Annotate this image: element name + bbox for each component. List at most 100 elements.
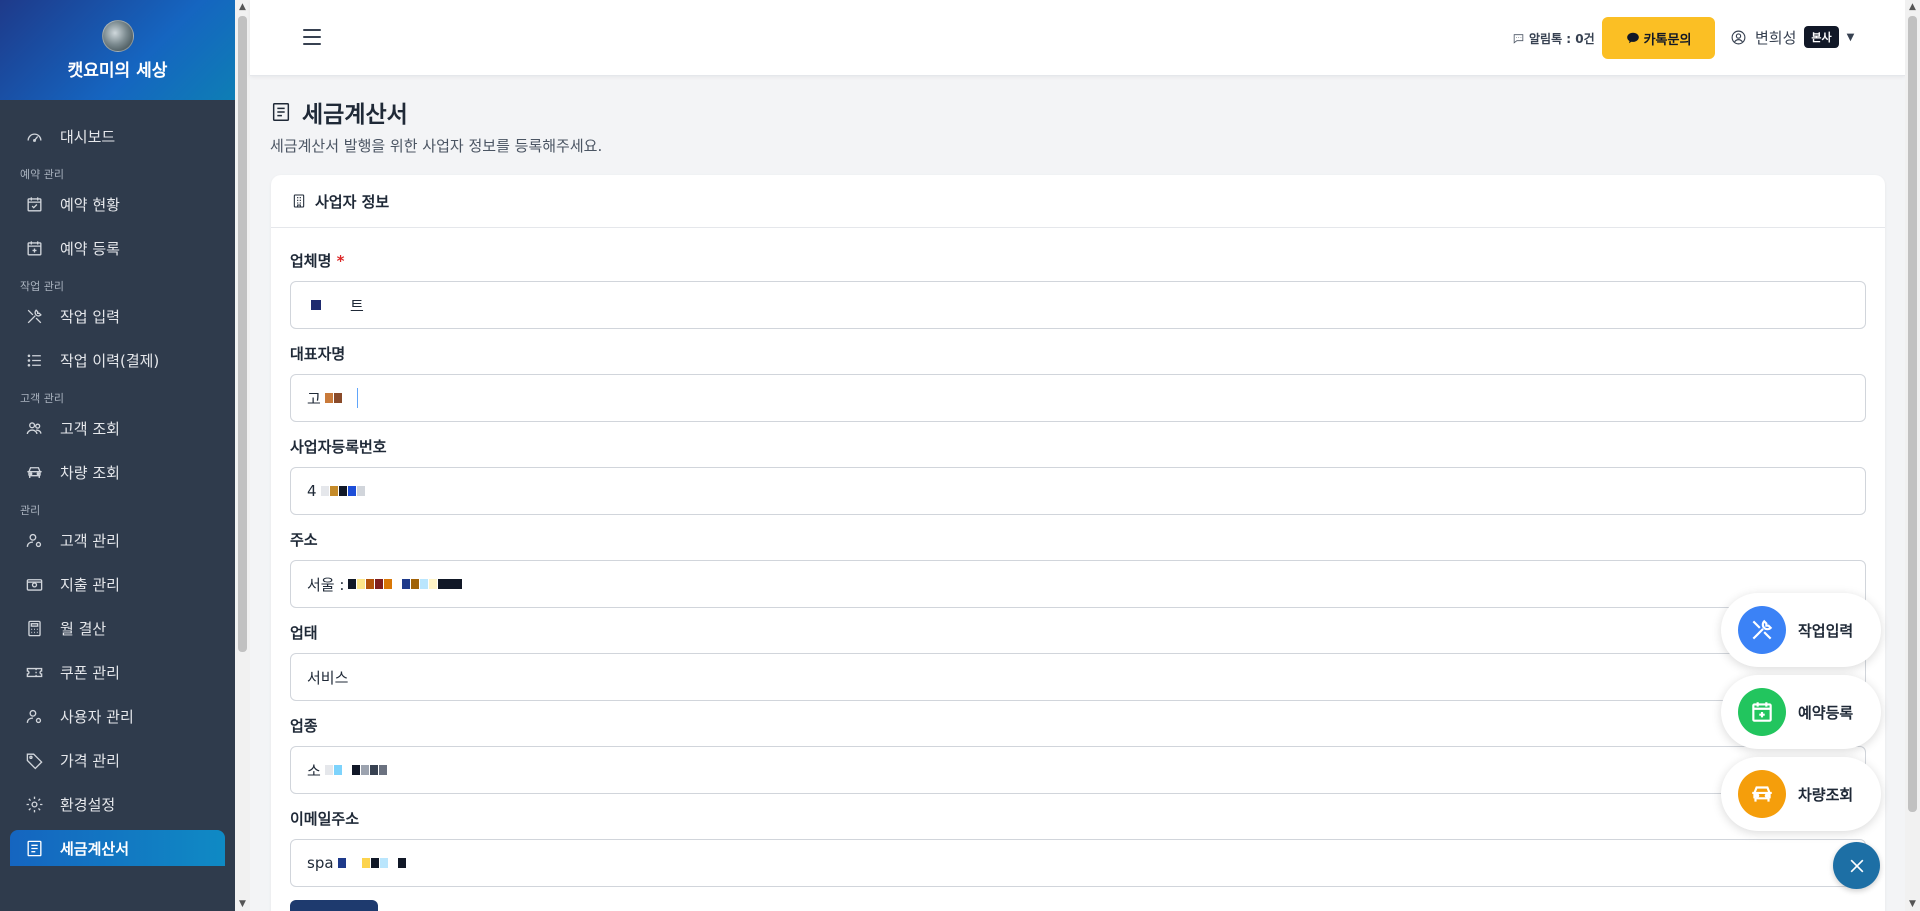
sidebar-item-coupon[interactable]: 쿠폰 관리 [0, 650, 235, 694]
sidebar-item-work-history[interactable]: 작업 이력(결제) [0, 338, 235, 382]
sidebar-item-label: 고객 관리 [60, 531, 120, 550]
branch-badge: 본사 [1804, 26, 1839, 48]
scroll-down-arrow-icon[interactable]: ▼ [235, 897, 250, 911]
sidebar-scrollbar[interactable]: ▲ ▼ [235, 0, 250, 911]
user-name: 변희성 [1755, 28, 1797, 47]
sidebar-item-dashboard[interactable]: 대시보드 [0, 114, 235, 158]
speedometer-icon [24, 126, 44, 146]
sidebar-item-label: 세금계산서 [60, 839, 130, 858]
save-button[interactable] [290, 900, 378, 911]
page-title: 세금계산서 [270, 95, 602, 129]
page-subtitle: 세금계산서 발행을 위한 사업자 정보를 등록해주세요. [270, 137, 603, 155]
chat-bubble-icon [1513, 34, 1524, 44]
cash-icon [24, 574, 44, 594]
text-cursor [356, 388, 358, 408]
sidebar-item-customer-manage[interactable]: 고객 관리 [0, 518, 235, 562]
user-menu[interactable]: 변희성 본사 ▼ [1730, 26, 1854, 48]
redacted-text [324, 393, 343, 403]
page-heading: 세금계산서 세금계산서 발행을 위한 사업자 정보를 등록해주세요. [270, 95, 602, 156]
sidebar-item-settings[interactable]: 환경설정 [0, 782, 235, 826]
card-header: 사업자 정보 [271, 175, 1885, 228]
sidebar-item-monthly-settlement[interactable]: 월 결산 [0, 606, 235, 650]
user-gear-icon [24, 530, 44, 550]
ceo-label: 대표자명 [290, 345, 346, 363]
user-settings-icon [24, 706, 44, 726]
kakao-inquiry-button[interactable]: 카톡문의 [1602, 17, 1715, 59]
top-header: 알림톡 : 0건 카톡문의 변희성 본사 ▼ [250, 0, 1905, 76]
building-icon [293, 194, 305, 208]
calendar-plus-icon [1738, 688, 1786, 736]
bizno-input[interactable]: 4 [290, 467, 1866, 515]
calculator-icon [24, 618, 44, 638]
biz-type-label: 업태 [290, 624, 318, 642]
email-input[interactable]: spa [290, 839, 1866, 887]
fab-close-button[interactable] [1833, 842, 1880, 889]
sidebar-item-label: 쿠폰 관리 [60, 663, 120, 682]
scroll-up-arrow-icon[interactable]: ▲ [1905, 0, 1920, 14]
bizno-field: 사업자등록번호 4 [290, 436, 1866, 515]
redacted-text [337, 858, 407, 868]
sidebar-item-reservation-register[interactable]: 예약 등록 [0, 226, 235, 270]
sidebar-item-expense[interactable]: 지출 관리 [0, 562, 235, 606]
brand-title: 캣요미의 세상 [67, 60, 168, 81]
sidebar-item-customer-search[interactable]: 고객 조회 [0, 406, 235, 450]
tools-icon [24, 306, 44, 326]
sidebar-item-label: 환경설정 [60, 795, 116, 814]
ceo-input[interactable]: 고 [290, 374, 1866, 422]
required-mark: * [336, 252, 345, 270]
scroll-down-arrow-icon[interactable]: ▼ [1905, 897, 1920, 911]
sidebar: 캣요미의 세상 대시보드 예약 관리 예약 현황 예약 등록 작업 관리 작업 … [0, 0, 235, 911]
biz-type-input[interactable]: 서비스 [290, 653, 1866, 701]
kakao-button-label: 카톡문의 [1643, 32, 1692, 48]
company-label: 업체명 * [290, 252, 345, 270]
fab-label: 예약등록 [1798, 703, 1854, 722]
redacted-text [311, 300, 322, 310]
user-circle-icon [1730, 29, 1747, 46]
sidebar-item-work-input[interactable]: 작업 입력 [0, 294, 235, 338]
close-icon [1850, 859, 1863, 872]
card-title: 사업자 정보 [315, 192, 390, 211]
company-input[interactable]: 트 [290, 281, 1866, 329]
brand-header[interactable]: 캣요미의 세상 [0, 0, 235, 100]
biz-item-input[interactable]: 소 [290, 746, 1866, 794]
ceo-field: 대표자명 고 [290, 343, 1866, 422]
sidebar-item-label: 작업 입력 [60, 307, 120, 326]
sidebar-item-price-manage[interactable]: 가격 관리 [0, 738, 235, 782]
receipt-icon [24, 838, 44, 858]
bizno-label: 사업자등록번호 [290, 438, 387, 456]
ticket-icon [24, 662, 44, 682]
sidebar-item-tax-invoice[interactable]: 세금계산서 [10, 830, 225, 866]
sidebar-item-label: 사용자 관리 [60, 707, 134, 726]
page-scrollbar-thumb[interactable] [1908, 16, 1917, 812]
tag-icon [24, 750, 44, 770]
fab-label: 작업입력 [1798, 621, 1854, 640]
address-input[interactable]: 서울 : [290, 560, 1866, 608]
fab-work-input[interactable]: 작업입력 [1721, 593, 1881, 667]
sidebar-item-vehicle-search[interactable]: 차량 조회 [0, 450, 235, 494]
fab-vehicle-search[interactable]: 차량조회 [1721, 757, 1881, 831]
scroll-up-arrow-icon[interactable]: ▲ [235, 0, 250, 14]
sidebar-menu: 대시보드 예약 관리 예약 현황 예약 등록 작업 관리 작업 입력 작업 이력… [0, 100, 235, 866]
hamburger-menu-icon[interactable] [303, 29, 321, 45]
biz-item-field: 업종 소 [290, 715, 1866, 794]
brand-avatar [101, 19, 134, 52]
sidebar-scrollbar-thumb[interactable] [238, 16, 247, 652]
sidebar-item-label: 차량 조회 [60, 463, 120, 482]
fab-label: 차량조회 [1798, 785, 1854, 804]
sidebar-item-label: 대시보드 [60, 127, 116, 146]
sidebar-item-reservation-status[interactable]: 예약 현황 [0, 182, 235, 226]
chevron-down-icon[interactable]: ▼ [1847, 32, 1855, 43]
calendar-check-icon [24, 194, 44, 214]
menu-section-reservation: 예약 관리 [20, 168, 64, 181]
sidebar-item-label: 작업 이력(결제) [60, 351, 160, 370]
page-scrollbar[interactable]: ▲ ▼ [1905, 0, 1920, 911]
sidebar-item-label: 고객 조회 [60, 419, 120, 438]
sidebar-item-label: 지출 관리 [60, 575, 120, 594]
redacted-text [324, 765, 388, 775]
sidebar-item-user-manage[interactable]: 사용자 관리 [0, 694, 235, 738]
alimtalk-label: 알림톡 : 0건 [1529, 32, 1595, 46]
users-icon [24, 418, 44, 438]
biz-type-field: 업태 서비스 [290, 622, 1866, 701]
sidebar-item-label: 예약 현황 [60, 195, 120, 214]
fab-reservation-register[interactable]: 예약등록 [1721, 675, 1881, 749]
